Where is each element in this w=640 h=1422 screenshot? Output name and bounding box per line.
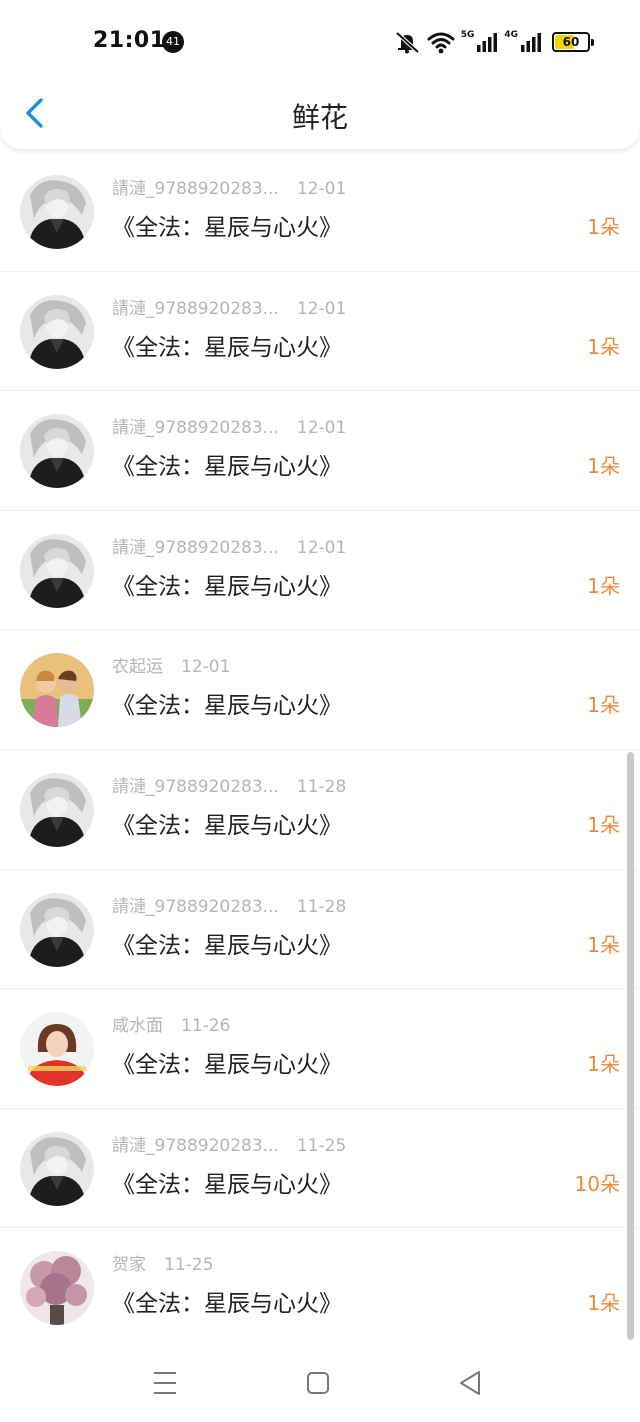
avatar[interactable]	[20, 1131, 94, 1206]
notification-count-badge: 41	[162, 31, 184, 53]
gift-meta: 請漣_9788920283... 11-28	[112, 892, 346, 917]
menu-icon	[154, 1372, 176, 1394]
avatar[interactable]	[20, 892, 94, 967]
back-triangle-icon	[460, 1371, 480, 1395]
flower-count: 1朵	[587, 693, 620, 718]
list-item[interactable]: 請漣_9788920283... 11-28 《全法：星辰与心火》 1朵	[0, 750, 640, 870]
username: 請漣_9788920283...	[112, 179, 279, 199]
book-title: 《全法：星辰与心火》	[112, 1291, 342, 1318]
gift-date: 11-25	[164, 1255, 214, 1276]
gift-date: 12-01	[296, 418, 347, 439]
book-title: 《全法：星辰与心火》	[112, 932, 342, 959]
list-item[interactable]: 咸水面 11-26 《全法：星辰与心火》 1朵	[0, 989, 640, 1109]
username: 贺家	[112, 1255, 146, 1276]
net-5g-label: 5G	[460, 30, 475, 40]
gift-meta: 农起运 12-01	[112, 652, 230, 677]
page-title: 鲜花	[291, 101, 348, 134]
status-bar: 21:01 41 5G 4G 60	[0, 0, 640, 84]
gift-date: 11-25	[296, 1135, 347, 1156]
flower-count: 1朵	[587, 454, 620, 479]
home-square-icon	[307, 1372, 329, 1394]
avatar[interactable]	[20, 294, 94, 369]
book-title: 《全法：星辰与心火》	[112, 334, 342, 361]
flower-count: 1朵	[587, 932, 620, 957]
wifi-icon	[427, 32, 455, 54]
avatar[interactable]	[20, 175, 94, 249]
recent-apps-button[interactable]	[148, 1366, 182, 1400]
book-title: 《全法：星辰与心火》	[112, 1052, 342, 1079]
flower-count: 1朵	[587, 215, 620, 239]
gift-date: 12-01	[181, 657, 231, 678]
status-icons: 5G 4G 60	[393, 28, 594, 56]
list-item[interactable]: 請漣_9788920283... 12-01 《全法：星辰与心火》 1朵	[0, 152, 640, 272]
list-item[interactable]: 請漣_9788920283... 12-01 《全法：星辰与心火》 1朵	[0, 511, 640, 631]
username: 請漣_9788920283...	[112, 298, 279, 319]
book-title: 《全法：星辰与心火》	[112, 1171, 342, 1198]
gift-date: 11-28	[296, 896, 347, 917]
list-item[interactable]: 請漣_9788920283... 12-01 《全法：星辰与心火》 1朵	[0, 391, 640, 511]
gift-meta: 咸水面 11-26	[112, 1011, 230, 1036]
username: 农起运	[112, 657, 163, 678]
net-4g-label: 4G	[504, 30, 518, 40]
page-header: 鲜花	[0, 76, 640, 150]
book-title: 《全法：星辰与心火》	[112, 573, 342, 600]
list-item[interactable]: 請漣_9788920283... 11-28 《全法：星辰与心火》 1朵	[0, 870, 640, 990]
system-nav-bar	[0, 1344, 640, 1422]
flower-count: 1朵	[587, 1291, 620, 1316]
gift-meta: 請漣_9788920283... 12-01	[112, 413, 346, 438]
avatar[interactable]	[20, 414, 94, 489]
avatar[interactable]	[20, 1012, 94, 1087]
avatar[interactable]	[20, 653, 94, 728]
username: 請漣_9788920283...	[112, 418, 279, 439]
flower-count: 1朵	[587, 334, 620, 359]
muted-bell-icon	[395, 31, 420, 54]
gift-meta: 請漣_9788920283... 12-01	[112, 294, 346, 319]
book-title: 《全法：星辰与心火》	[112, 215, 342, 241]
status-time: 21:01	[93, 28, 166, 53]
book-title: 《全法：星辰与心火》	[112, 454, 342, 481]
book-title: 《全法：星辰与心火》	[112, 693, 342, 720]
signal-4g-icon	[521, 33, 541, 52]
flower-gift-list: 請漣_9788920283... 12-01 《全法：星辰与心火》 1朵 請漣_9788…	[0, 152, 640, 1348]
gift-meta: 請漣_9788920283... 12-01	[112, 174, 346, 199]
username: 請漣_9788920283...	[112, 1135, 279, 1156]
list-item[interactable]: 贺家 11-25 《全法：星辰与心火》 1朵	[0, 1228, 640, 1348]
flower-count: 1朵	[587, 573, 620, 598]
username: 請漣_9788920283...	[112, 537, 279, 558]
gift-date: 11-26	[181, 1016, 231, 1037]
avatar[interactable]	[20, 1251, 94, 1326]
username: 請漣_9788920283...	[112, 896, 279, 917]
flower-count: 10朵	[574, 1171, 620, 1196]
battery-icon: 60	[552, 32, 594, 52]
list-item[interactable]: 請漣_9788920283... 11-25 《全法：星辰与心火》 10朵	[0, 1109, 640, 1229]
gift-meta: 贺家 11-25	[112, 1250, 213, 1275]
username: 請漣_9788920283...	[112, 776, 279, 797]
scrollbar[interactable]	[627, 752, 634, 1340]
gift-date: 12-01	[296, 298, 347, 319]
gift-meta: 請漣_9788920283... 12-01	[112, 533, 346, 558]
nav-back-button[interactable]	[453, 1366, 487, 1400]
gift-date: 11-28	[296, 776, 347, 797]
gift-meta: 請漣_9788920283... 11-25	[112, 1131, 346, 1156]
flower-count: 1朵	[587, 1052, 620, 1077]
battery-nub	[591, 39, 594, 46]
avatar[interactable]	[20, 533, 94, 608]
gift-date: 12-01	[296, 179, 347, 199]
battery-percent: 60	[562, 35, 580, 49]
avatar[interactable]	[20, 772, 94, 847]
username: 咸水面	[112, 1016, 163, 1037]
signal-5g-icon	[477, 33, 498, 52]
list-item[interactable]: 請漣_9788920283... 12-01 《全法：星辰与心火》 1朵	[0, 272, 640, 392]
gift-meta: 請漣_9788920283... 11-28	[112, 772, 346, 797]
flower-count: 1朵	[587, 812, 620, 837]
book-title: 《全法：星辰与心火》	[112, 812, 342, 839]
list-item[interactable]: 农起运 12-01 《全法：星辰与心火》 1朵	[0, 630, 640, 750]
home-button[interactable]	[301, 1366, 335, 1400]
gift-date: 12-01	[296, 537, 347, 558]
